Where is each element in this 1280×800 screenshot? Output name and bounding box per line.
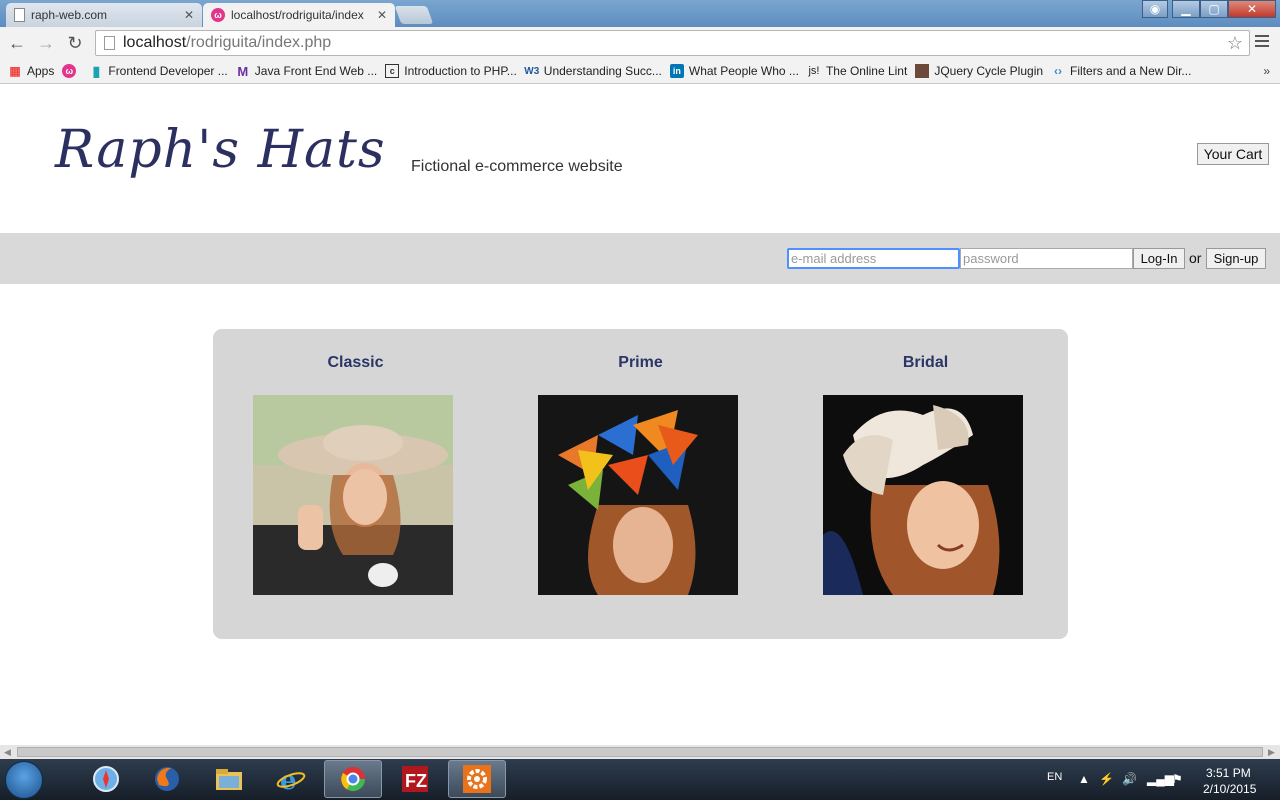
bookmark-java-front-end[interactable]: M Java Front End Web ... [236, 63, 378, 79]
new-tab-button[interactable] [394, 6, 434, 24]
tab-title: localhost/rodriguita/index [231, 8, 364, 22]
bookmark-label: Introduction to PHP... [404, 64, 517, 78]
site-tagline: Fictional e-commerce website [411, 158, 623, 175]
browser-toolbar: ← → ↻ localhost/rodriguita/index.php ☆ [0, 27, 1280, 59]
network-signal-icon[interactable]: ▂▄▆ [1147, 772, 1174, 786]
category-title[interactable]: Bridal [783, 354, 1068, 372]
clock-date[interactable]: 2/10/2015 [1203, 782, 1256, 796]
bookmark-label: Java Front End Web ... [254, 64, 378, 78]
bookmark-jquery-cycle[interactable]: JQuery Cycle Plugin [915, 64, 1043, 78]
back-arrow-icon[interactable]: ← [6, 32, 28, 54]
safari-icon[interactable] [77, 760, 135, 798]
pink-circle-icon: ω [62, 64, 77, 78]
bookmark-label: Filters and a New Dir... [1070, 64, 1192, 78]
bridal-hat-photo[interactable] [823, 395, 1023, 595]
bookmark-frontend-developer[interactable]: ▮ Frontend Developer ... [89, 62, 228, 79]
maximize-button[interactable]: ▢ [1200, 0, 1228, 18]
or-text: or [1189, 250, 1202, 266]
login-button[interactable]: Log-In [1133, 248, 1185, 269]
pink-favicon-icon: ω [211, 8, 225, 22]
clock-time[interactable]: 3:51 PM [1206, 766, 1251, 780]
tab-localhost[interactable]: ω localhost/rodriguita/index ✕ [203, 3, 395, 27]
signup-button[interactable]: Sign-up [1206, 248, 1266, 269]
bookmark-filters[interactable]: ‹› Filters and a New Dir... [1051, 64, 1191, 78]
filezilla-icon[interactable]: FZ [386, 760, 444, 798]
horizontal-scrollbar[interactable]: ◀ ▶ [0, 745, 1280, 759]
tab-raph-web[interactable]: raph-web.com ✕ [6, 3, 202, 27]
bookmark-what-people[interactable]: in What People Who ... [669, 64, 799, 78]
category-title[interactable]: Classic [213, 354, 498, 372]
windows-taskbar: e FZ EN ▲ ⚡ 🔊 ▂▄▆ ⚑ 3:51 PM 2/10/2015 [0, 759, 1280, 800]
password-input[interactable] [960, 248, 1133, 269]
scroll-left-icon[interactable]: ◀ [4, 747, 11, 758]
address-bar[interactable]: localhost/rodriguita/index.php ☆ [95, 30, 1250, 56]
scroll-right-icon[interactable]: ▶ [1268, 747, 1275, 758]
bookmark-pink[interactable]: ω [62, 64, 81, 78]
browser-titlebar: raph-web.com ✕ ω localhost/rodriguita/in… [0, 0, 1280, 27]
bookmark-label: The Online Lint [825, 64, 908, 78]
forward-arrow-icon[interactable]: → [35, 32, 57, 54]
category-bridal[interactable]: Bridal [783, 329, 1068, 639]
page-c-icon: c [385, 64, 400, 78]
category-prime[interactable]: Prime [498, 329, 783, 639]
power-icon[interactable]: ⚡ [1099, 772, 1114, 786]
code-icon: ‹› [1054, 64, 1063, 78]
star-icon[interactable]: ☆ [1227, 33, 1243, 54]
classic-hat-photo[interactable] [253, 395, 453, 595]
firefox-icon[interactable] [138, 760, 196, 798]
chevron-up-icon[interactable]: ▲ [1078, 772, 1090, 786]
category-classic[interactable]: Classic [213, 329, 498, 639]
your-cart-button[interactable]: Your Cart [1197, 143, 1269, 165]
bookmark-label: Frontend Developer ... [108, 64, 228, 78]
login-bar: Log-In or Sign-up [0, 233, 1280, 284]
bookmark-label: Apps [27, 64, 55, 78]
bookmark-online-lint[interactable]: js! The Online Lint [807, 64, 907, 78]
js-icon: js! [808, 65, 820, 77]
photo-icon [915, 64, 930, 78]
svg-text:FZ: FZ [405, 771, 427, 791]
more-bookmarks-button[interactable]: » [1263, 64, 1270, 78]
purple-m-icon: M [237, 63, 249, 79]
minimize-button[interactable]: ▁ [1172, 0, 1200, 18]
close-window-button[interactable]: ✕ [1228, 0, 1276, 18]
page-icon [14, 8, 25, 22]
bookmark-apps[interactable]: ▦ Apps [8, 64, 54, 78]
reload-icon[interactable]: ↻ [64, 32, 86, 54]
teal-bookmark-icon: ▮ [92, 62, 101, 79]
email-input[interactable] [787, 248, 960, 269]
flag-icon[interactable]: ⚑ [1172, 772, 1183, 786]
linkedin-icon: in [669, 64, 684, 78]
w3-icon: W3 [524, 65, 540, 77]
category-title[interactable]: Prime [498, 354, 783, 372]
volume-icon[interactable]: 🔊 [1122, 772, 1137, 786]
internet-explorer-icon[interactable]: e [262, 760, 320, 798]
prime-hat-photo[interactable] [538, 395, 738, 595]
chrome-icon[interactable] [324, 760, 382, 798]
site-logo[interactable]: Raph's Hats [55, 120, 386, 180]
bookmark-intro-php[interactable]: c Introduction to PHP... [385, 64, 517, 78]
close-icon[interactable]: ✕ [377, 8, 387, 22]
bookmark-label: Understanding Succ... [543, 64, 662, 78]
tab-title: raph-web.com [31, 8, 108, 22]
page-icon [104, 36, 115, 50]
bookmark-label: JQuery Cycle Plugin [934, 64, 1044, 78]
file-explorer-icon[interactable] [200, 760, 258, 798]
bookmarks-bar: ▦ Apps ω ▮ Frontend Developer ... M Java… [0, 59, 1280, 84]
close-icon[interactable]: ✕ [184, 8, 194, 22]
user-icon[interactable]: ◉ [1142, 0, 1168, 18]
bookmark-label: What People Who ... [688, 64, 799, 78]
apps-grid-icon: ▦ [9, 64, 21, 78]
start-button[interactable] [5, 761, 43, 799]
web-page: Raph's Hats Fictional e-commerce website… [0, 85, 1280, 745]
language-indicator[interactable]: EN [1047, 771, 1062, 783]
scrollbar-thumb[interactable] [17, 747, 1263, 757]
menu-icon[interactable] [1255, 35, 1269, 50]
url-host: localhost [123, 34, 187, 51]
url-path: /rodriguita/index.php [186, 34, 332, 51]
gear-app-icon[interactable] [448, 760, 506, 798]
bookmark-understanding[interactable]: W3 Understanding Succ... [524, 64, 662, 78]
category-gallery: Classic Prime Bridal [213, 329, 1068, 639]
